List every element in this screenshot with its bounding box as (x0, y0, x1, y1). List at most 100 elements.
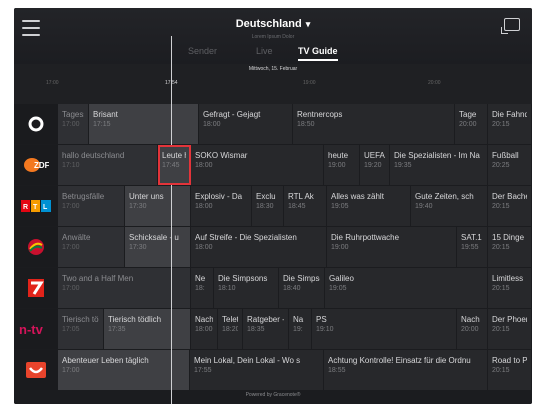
program-time: 20:15 (492, 203, 510, 210)
program-cell[interactable]: Der Phoenix 20:15 (488, 309, 532, 349)
program-cell[interactable]: PS 19:10 (312, 309, 457, 349)
program-time: 18:00 (203, 121, 221, 128)
program-cell[interactable]: Die Ruhrpottwache 19:00 (327, 227, 457, 267)
channel-row: ZDF hallo deutschland 17:10 Leute heute 17… (14, 145, 532, 185)
program-title: Ratgeber - (247, 315, 284, 324)
program-cell[interactable]: Mein Lokal, Dein Lokal - Wo s 17:55 (190, 350, 324, 390)
program-title: Die Simpsons (283, 274, 320, 283)
program-title: Na (293, 315, 304, 324)
program-time: 19:10 (316, 326, 334, 333)
program-cell[interactable]: Ratgeber - 18:35 (243, 309, 289, 349)
program-cell[interactable]: heute 19:00 (324, 145, 360, 185)
program-cell[interactable]: Gute Zeiten, sch 19:40 (411, 186, 488, 226)
channel-logo-sat1[interactable] (14, 227, 58, 267)
program-cell[interactable]: hallo deutschland 17:10 (58, 145, 158, 185)
program-time: 18:35 (247, 326, 265, 333)
program-time: 18:10 (218, 285, 236, 292)
program-time: 17:15 (93, 121, 111, 128)
program-title: 15 Dinge (492, 233, 525, 242)
program-cell[interactable]: Tagesschau 17:00 (58, 104, 89, 144)
program-title: Fußball (492, 151, 519, 160)
channel-logo-das-erste[interactable] (14, 104, 58, 144)
tab-tv-guide[interactable]: TV Guide (298, 46, 338, 61)
channel-logo-rtl[interactable]: R T L (14, 186, 58, 226)
program-cell[interactable]: SOKO Wismar 18:00 (191, 145, 324, 185)
program-cell[interactable]: Der Bachelor 20:15 (488, 186, 532, 226)
program-cell[interactable]: Brisant 17:15 (89, 104, 199, 144)
channel-row: Anwälte 17:00 Schicksale - u 17:30 Auf Str… (14, 227, 532, 267)
program-time: 17:10 (62, 162, 80, 169)
program-cell[interactable]: Tierisch tödlich 17:35 (104, 309, 191, 349)
program-cell[interactable]: Die Simpsons 18:10 (214, 268, 279, 308)
program-cell[interactable]: Anwälte 17:00 (58, 227, 125, 267)
program-cell[interactable]: Schicksale - u 17:30 (125, 227, 191, 267)
program-time: 18:45 (288, 203, 306, 210)
program-title: Rentnercops (297, 110, 343, 119)
channel-row: R T L Betrugsfälle 17:00 Unter uns 17:30 E… (14, 186, 532, 226)
timeline-header: Mittwoch, 15. Februar 17:00 17:54 19:00 … (14, 64, 532, 104)
program-cell[interactable]: Ne 18: (191, 268, 214, 308)
time-tick: 19:00 (303, 80, 316, 86)
program-cell[interactable]: Unter uns 17:30 (125, 186, 191, 226)
rtl2-logo-icon (26, 362, 46, 378)
program-title: Betrugsfälle (62, 192, 105, 201)
sat1-logo-icon (28, 239, 44, 255)
program-cell[interactable]: SAT.1 N 19:55 (457, 227, 488, 267)
program-cell[interactable]: Na 19: (289, 309, 312, 349)
program-cell[interactable]: Galileo 19:05 (325, 268, 488, 308)
program-time: 20:15 (492, 367, 510, 374)
program-cell[interactable]: Fußball 20:25 (488, 145, 532, 185)
program-cell[interactable]: Exclu 18:30 (252, 186, 284, 226)
program-time: 17:00 (62, 244, 80, 251)
program-time: 17:05 (62, 326, 80, 333)
program-cell[interactable]: Road to P 20:15 (488, 350, 532, 390)
svg-text:L: L (43, 204, 48, 211)
program-cell[interactable]: Gefragt - Gejagt 18:00 (199, 104, 293, 144)
channel-logo-prosieben[interactable] (14, 268, 58, 308)
prosieben-logo-icon (28, 279, 44, 297)
program-cell-selected[interactable]: Leute heute 17:45 (158, 145, 191, 185)
program-time: 17:55 (194, 367, 212, 374)
program-cell[interactable]: Die Fahndung 20:15 (488, 104, 532, 144)
program-cell[interactable]: Auf Streife - Die Spezialisten 18:00 (191, 227, 327, 267)
program-time: 20:15 (492, 326, 510, 333)
program-cell[interactable]: Explosiv - Da 18:00 (191, 186, 252, 226)
channel-logo-ntv[interactable]: n-tv (14, 309, 58, 349)
program-cell[interactable]: Alles was zählt 19:05 (327, 186, 411, 226)
program-cell[interactable]: Telet 18:20 (218, 309, 243, 349)
program-cell[interactable]: UEFA 19:20 (360, 145, 390, 185)
program-title: Tierisch tödlich (108, 315, 162, 324)
program-cell[interactable]: Rentnercops 18:50 (293, 104, 455, 144)
country-label: Deutschland (235, 18, 302, 30)
program-title: Auf Streife - Die Spezialisten (195, 233, 297, 242)
program-cell[interactable]: Tage 20:00 (455, 104, 488, 144)
svg-text:R: R (23, 204, 28, 211)
das-erste-logo-icon (28, 116, 44, 132)
time-tick: 17:00 (46, 80, 59, 86)
program-cell[interactable]: Die Spezialisten - Im Na 19:35 (390, 145, 488, 185)
program-cell[interactable]: Nach 20:00 (457, 309, 488, 349)
program-title: Exclu (256, 192, 276, 201)
guide-grid: Tagesschau 17:00 Brisant 17:15 Gefragt - G… (14, 104, 532, 392)
tab-sender[interactable]: Sender (188, 46, 217, 56)
program-cell[interactable]: Achtung Kontrolle! Einsatz für die Ordnu… (324, 350, 488, 390)
country-selector[interactable]: Deutschland ▾ (14, 18, 532, 30)
channel-logo-zdf[interactable]: ZDF (14, 145, 58, 185)
channel-logo-rtl2[interactable] (14, 350, 58, 390)
program-cell[interactable]: Limitless 20:15 (488, 268, 532, 308)
program-cell[interactable]: Die Simpsons 18:40 (279, 268, 325, 308)
program-cell[interactable]: Nachric 18:00 (191, 309, 218, 349)
program-cell[interactable]: Betrugsfälle 17:00 (58, 186, 125, 226)
program-cell[interactable]: 15 Dinge 20:15 (488, 227, 532, 267)
program-time: 19:05 (331, 203, 349, 210)
program-title: Brisant (93, 110, 118, 119)
rtl-logo-icon: R T L (21, 200, 51, 212)
program-title: Mein Lokal, Dein Lokal - Wo s (194, 356, 301, 365)
program-title: Die Simpsons (218, 274, 268, 283)
cast-icon[interactable] (501, 18, 520, 34)
program-cell[interactable]: RTL Ak 18:45 (284, 186, 327, 226)
program-cell[interactable]: Tierisch tö 17:05 (58, 309, 104, 349)
program-title: Road to P (492, 356, 527, 365)
tab-live[interactable]: Live (256, 46, 273, 56)
program-title: Nachric (195, 315, 213, 324)
